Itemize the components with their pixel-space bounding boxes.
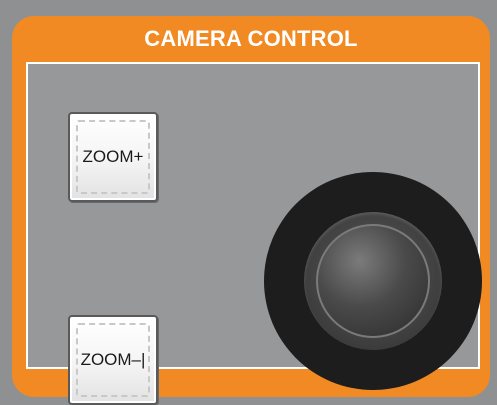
- camera-control-panel: CAMERA CONTROL ZOOM+ ZOOM–|: [12, 16, 490, 405]
- zoom-out-label: ZOOM–|: [80, 350, 146, 369]
- zoom-in-label: ZOOM+: [82, 147, 144, 166]
- zoom-out-button[interactable]: ZOOM–|: [68, 315, 158, 405]
- pan-tilt-joystick[interactable]: [264, 172, 482, 390]
- panel-title: CAMERA CONTROL: [144, 26, 358, 51]
- zoom-in-button[interactable]: ZOOM+: [68, 112, 158, 202]
- joystick-rim: [304, 212, 442, 350]
- joystick-cap[interactable]: [316, 224, 430, 338]
- control-area: ZOOM+ ZOOM–|: [26, 62, 482, 405]
